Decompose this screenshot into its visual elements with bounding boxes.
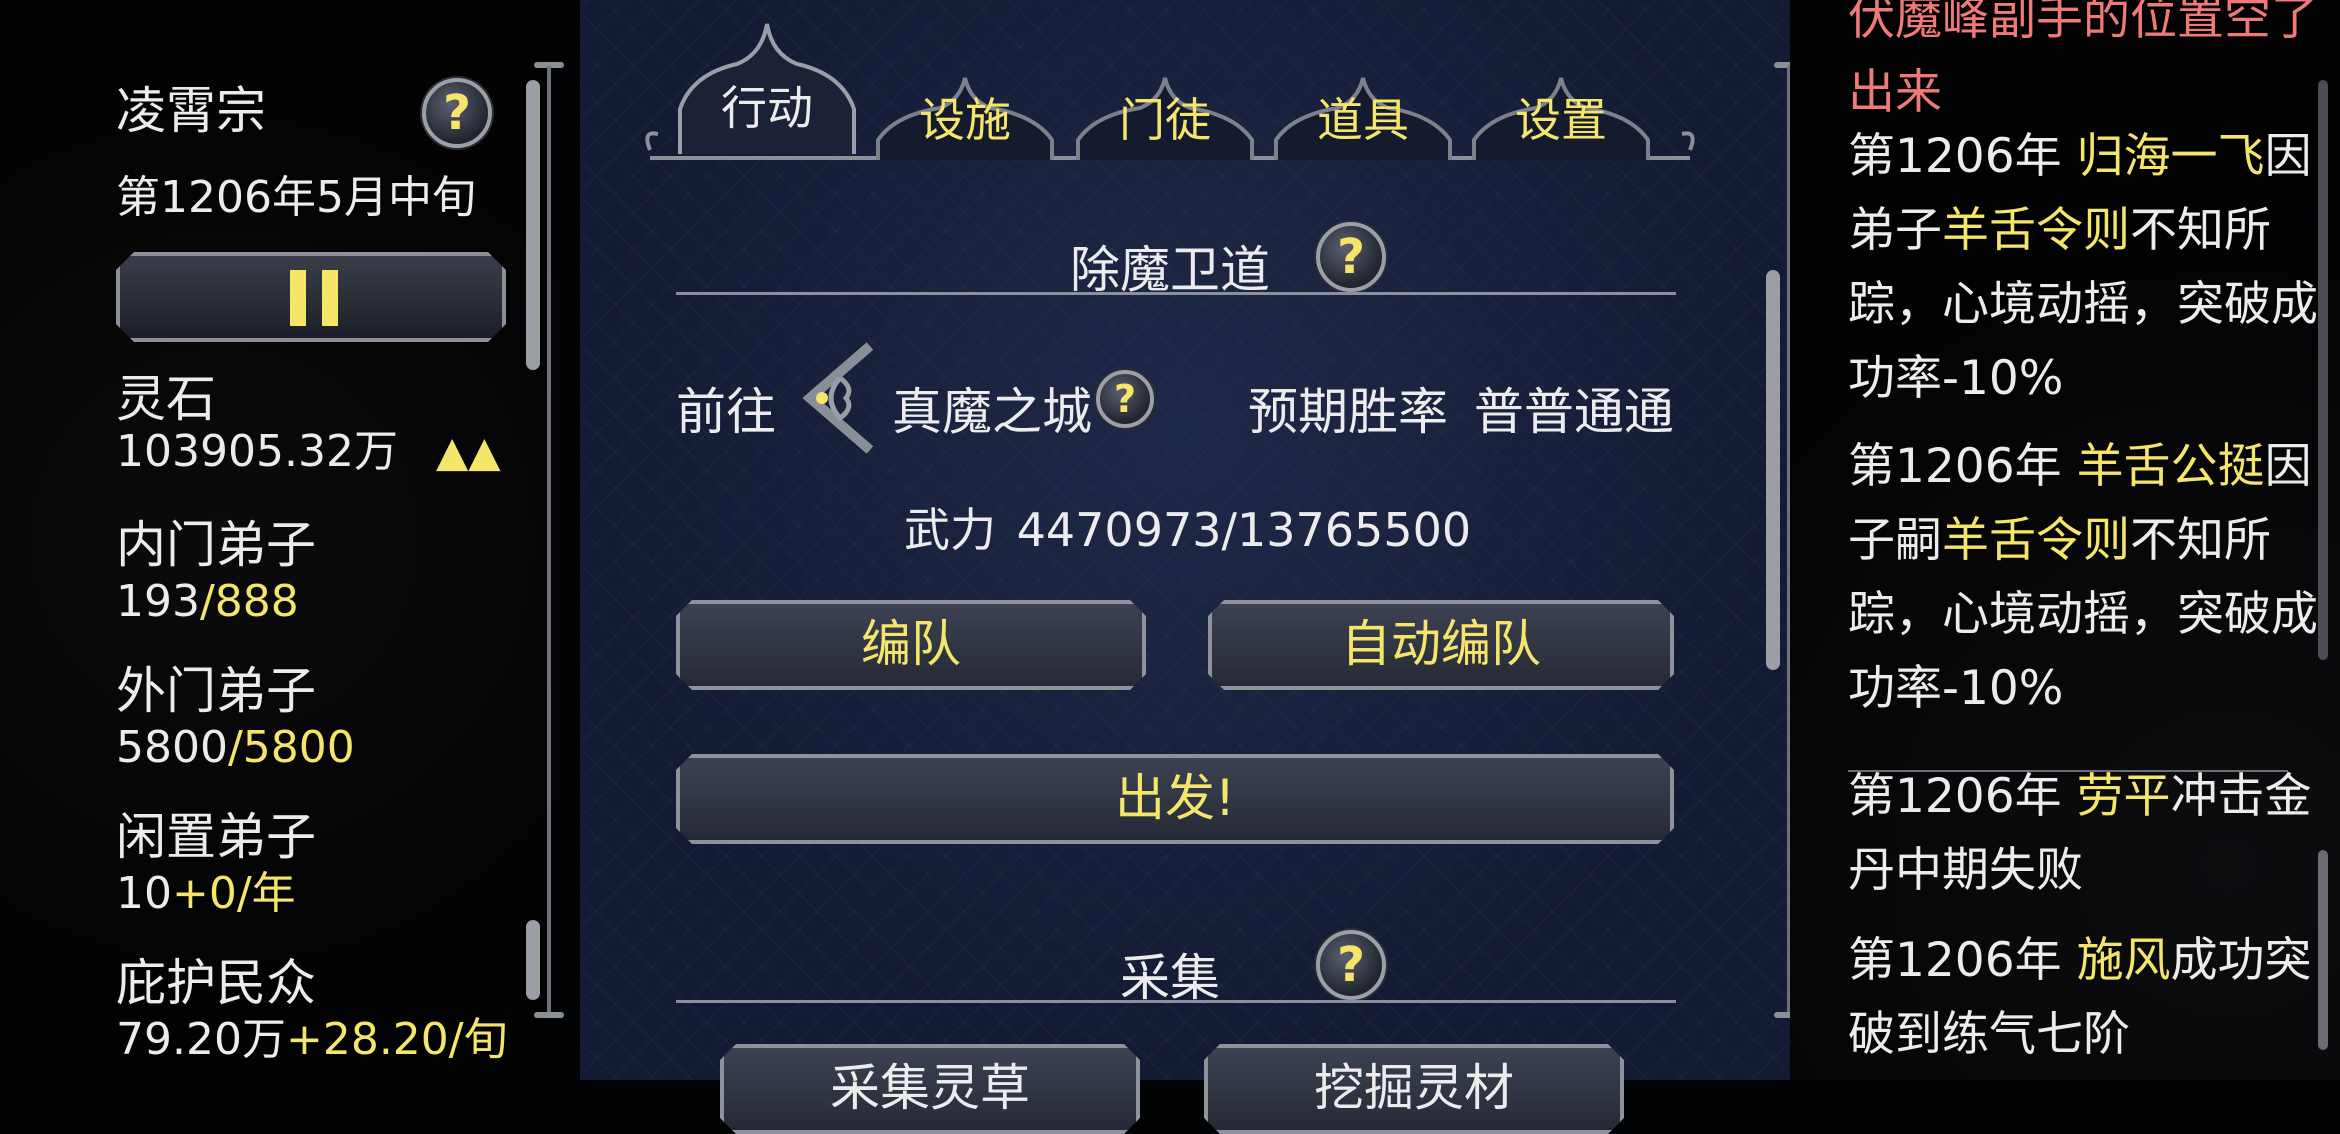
sheltered-people-rate: +28.20/旬 — [285, 1014, 508, 1065]
tab-action[interactable]: 行动 — [672, 14, 862, 154]
auto-formation-button[interactable]: 自动编队 — [1208, 600, 1674, 690]
tab-items[interactable]: 道具 — [1268, 70, 1458, 160]
log-character-name[interactable]: 归海一飞 — [2077, 129, 2265, 184]
spirit-stone-value: 103905.32万 — [116, 426, 398, 477]
log-text: 伏魔峰副手的位置空了出来 — [1848, 0, 2318, 120]
power-row: 武力 4470973/13765500 — [904, 494, 1471, 560]
log-scrollbar-thumb[interactable] — [2318, 80, 2328, 660]
tab-disciples-label: 门徒 — [1119, 93, 1211, 147]
sheltered-people-current: 79.20万 — [116, 1014, 286, 1065]
outer-disciples-current: 5800 — [116, 722, 228, 773]
idle-disciples-rate: +0/年 — [172, 868, 296, 919]
win-rate-value: 普普通通 — [1473, 383, 1674, 441]
spirit-stone-row: 103905.32万 ▲▲ — [116, 430, 501, 474]
log-date: 第1206年 — [1848, 129, 2077, 184]
event-log-panel: 伏魔峰副手的位置空了出来 第1206年 归海一飞因弟子羊舌令则不知所踪，心境动摇… — [1790, 0, 2340, 1080]
log-date: 第1206年 — [1848, 933, 2077, 988]
log-entry: 第1206年 羊舌公挺因子嗣羊舌令则不知所踪，心境动摇，突破成功率-10% — [1848, 430, 2340, 726]
tab-facilities-label: 设施 — [919, 93, 1011, 147]
log-entry: 第1206年 归海一飞因弟子羊舌令则不知所踪，心境动摇，突破成功率-10% — [1848, 120, 2340, 416]
power-label: 武力 — [904, 503, 996, 557]
log-character-name[interactable]: 羊舌公挺 — [2077, 439, 2265, 494]
power-value: 4470973/13765500 — [1016, 503, 1472, 557]
outer-disciples-label: 外门弟子 — [116, 662, 316, 720]
sheltered-people-label: 庇护民众 — [116, 954, 316, 1012]
log-character-name[interactable]: 羊舌令则 — [1942, 513, 2130, 568]
inner-disciples-row: 193/888 — [116, 580, 299, 624]
tab-settings-label: 设置 — [1515, 93, 1607, 147]
left-scrollbar[interactable] — [547, 66, 551, 1014]
trend-up-icon: ▲▲ — [435, 427, 501, 476]
gather-help-icon[interactable]: ? — [1316, 930, 1386, 1000]
idle-disciples-current: 10 — [116, 868, 172, 919]
log-character-name[interactable]: 施风 — [2077, 933, 2171, 988]
scrollbar-cap — [534, 1012, 564, 1018]
log-entry: 第1206年 施风成功突破到练气七阶 — [1848, 924, 2340, 1072]
idle-disciples-row: 10+0/年 — [116, 872, 296, 916]
tab-action-label: 行动 — [721, 81, 813, 135]
outer-disciples-max: /5800 — [227, 722, 355, 773]
main-action-panel: 行动 设施 门徒 道具 设置 除魔卫道 ? 前往 真魔之城 ? 预期胜率 普普通… — [580, 0, 1804, 1080]
sheltered-people-row: 79.20万+28.20/旬 — [116, 1018, 508, 1062]
inner-disciples-label: 内门弟子 — [116, 516, 316, 574]
formation-button[interactable]: 编队 — [676, 600, 1146, 690]
sect-status-panel: 凌霄宗 ? 第1206年5月中旬 灵石 103905.32万 ▲▲ 内门弟子 1… — [0, 0, 564, 1080]
win-rate-label: 预期胜率 — [1248, 383, 1448, 441]
game-date: 第1206年5月中旬 — [116, 172, 476, 223]
left-scrollbar-thumb[interactable] — [526, 80, 540, 370]
log-character-name[interactable]: 劳平 — [2077, 769, 2171, 824]
log-scrollbar-thumb-lower[interactable] — [2318, 850, 2328, 1050]
center-scrollbar-thumb[interactable] — [1766, 270, 1780, 670]
outer-disciples-row: 5800/5800 — [116, 726, 355, 770]
section-divider — [676, 292, 1676, 295]
tab-items-label: 道具 — [1317, 93, 1409, 147]
pause-icon — [290, 270, 306, 326]
mission-help-icon[interactable]: ? — [1316, 222, 1386, 292]
log-date: 第1206年 — [1848, 439, 2077, 494]
dig-material-button[interactable]: 挖掘灵材 — [1204, 1044, 1624, 1134]
spirit-stone-label: 灵石 — [116, 370, 216, 428]
tab-disciples[interactable]: 门徒 — [1070, 70, 1260, 160]
prev-destination-arrow-icon[interactable] — [792, 338, 882, 458]
gather-herb-button[interactable]: 采集灵草 — [720, 1044, 1140, 1134]
pause-icon-bar — [322, 270, 338, 326]
log-date: 第1206年 — [1848, 769, 2077, 824]
log-entry: 伏魔峰副手的位置空了出来 — [1848, 0, 2340, 130]
tab-settings[interactable]: 设置 — [1466, 70, 1656, 160]
tab-facilities[interactable]: 设施 — [870, 70, 1060, 160]
section-divider — [676, 1000, 1676, 1003]
inner-disciples-max: /888 — [199, 576, 299, 627]
win-rate-row: 预期胜率 普普通通 — [1248, 372, 1674, 444]
destination-name[interactable]: 真魔之城 — [892, 372, 1092, 444]
inner-disciples-current: 193 — [116, 576, 200, 627]
sect-help-icon[interactable]: ? — [422, 78, 492, 148]
depart-button[interactable]: 出发! — [676, 754, 1674, 844]
goto-label: 前往 — [676, 383, 776, 441]
left-scrollbar-thumb-lower[interactable] — [526, 920, 540, 1000]
idle-disciples-label: 闲置弟子 — [116, 808, 316, 866]
pause-button[interactable] — [116, 252, 506, 342]
sect-name: 凌霄宗 — [116, 82, 266, 140]
log-character-name[interactable]: 羊舌令则 — [1942, 203, 2130, 258]
destination-help-icon[interactable]: ? — [1096, 370, 1154, 428]
log-entry: 第1206年 劳平冲击金丹中期失败 — [1848, 760, 2340, 908]
